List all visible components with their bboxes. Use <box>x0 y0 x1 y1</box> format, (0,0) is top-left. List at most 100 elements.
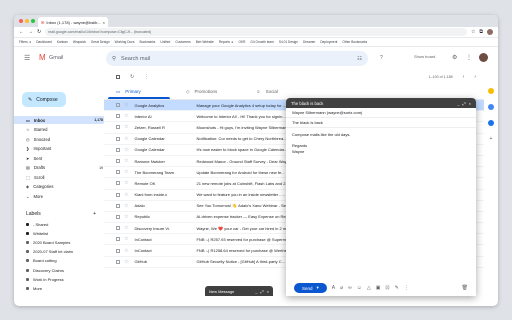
label-item[interactable]: - Shared <box>14 220 106 228</box>
next-page-icon[interactable]: › <box>474 74 476 80</box>
bookmark-item[interactable]: Deployment <box>320 40 337 44</box>
lock-icon[interactable]: ⊡ <box>385 285 389 291</box>
url-field[interactable]: mail.google.com/mail/u/1/#inbox?compose=… <box>45 28 467 36</box>
bookmark-item[interactable]: Filters ➜ <box>19 40 31 44</box>
star-icon[interactable]: ☆ <box>124 192 128 198</box>
search-options-icon[interactable]: ☷ <box>357 56 362 62</box>
bookmark-item[interactable]: Dreamer <box>303 40 315 44</box>
row-checkbox[interactable] <box>116 170 120 175</box>
label-item[interactable]: 2020 Board Samples <box>14 238 106 246</box>
bookmark-item[interactable]: Great Design <box>91 40 110 44</box>
tasks-icon[interactable] <box>488 104 494 110</box>
apps-grid-icon[interactable]: ⋮ <box>466 54 472 61</box>
minimize-window-icon[interactable] <box>25 19 29 23</box>
minimize-icon[interactable]: _ <box>255 289 257 294</box>
star-icon[interactable]: ☆ <box>124 259 128 265</box>
row-checkbox[interactable] <box>116 181 120 186</box>
label-item[interactable]: Work in Progress <box>14 275 106 283</box>
expand-compose-icon[interactable]: ⤢ <box>462 101 465 106</box>
star-icon[interactable]: ☆ <box>124 225 128 231</box>
signature-icon[interactable]: ✎ <box>395 285 399 291</box>
refresh-icon[interactable]: ↻ <box>130 74 134 80</box>
label-item[interactable]: Whitelist <box>14 229 106 237</box>
subject-field[interactable]: The black is back <box>286 118 476 128</box>
bookmark-item[interactable]: Wrapsick <box>73 40 86 44</box>
bookmark-item[interactable]: Bookmarks <box>139 40 155 44</box>
help-icon[interactable]: ? <box>380 55 383 61</box>
show-board-button[interactable]: Show board <box>414 54 435 59</box>
star-icon[interactable]: ☆ <box>124 136 128 142</box>
profile-avatar-icon[interactable] <box>487 29 493 35</box>
new-message-minimized[interactable]: New Message _ ⤢ × <box>205 286 273 296</box>
row-checkbox[interactable] <box>116 192 120 197</box>
sidebar-item-more[interactable]: ⌄ More <box>14 192 106 200</box>
search-bar[interactable]: ⚲ Search mail ☷ <box>106 51 368 66</box>
more-options-icon[interactable]: ⋮ <box>144 74 149 80</box>
search-icon[interactable]: ⚲ <box>112 56 116 62</box>
label-item[interactable]: Discovery Claims <box>14 266 106 274</box>
sidebar-item-categories[interactable]: ◈ Categories <box>14 183 106 191</box>
bookmark-item[interactable]: Customers <box>175 40 190 44</box>
drive-icon[interactable]: △ <box>367 285 371 291</box>
row-checkbox[interactable] <box>116 203 120 208</box>
send-button[interactable]: Send ▾ <box>294 283 327 293</box>
bookmark-item[interactable]: Working Docs <box>115 40 135 44</box>
close-compose-icon[interactable]: × <box>469 101 471 106</box>
back-icon[interactable]: ← <box>19 29 24 35</box>
sidebar-item-sent[interactable]: ➤ Sent <box>14 154 106 162</box>
compose-body[interactable]: Compose mails like the old days. Regards W… <box>286 128 476 158</box>
sidebar-item-inbox[interactable]: ▭ Inbox 1,178 <box>14 116 106 124</box>
star-icon[interactable]: ☆ <box>124 203 128 209</box>
extensions-icon[interactable]: ⧉ <box>479 29 483 35</box>
link-icon[interactable]: ∞ <box>348 285 352 291</box>
reload-icon[interactable]: ↻ <box>37 29 41 35</box>
star-icon[interactable]: ☆ <box>124 124 128 130</box>
star-icon[interactable]: ☆ <box>124 169 128 175</box>
row-checkbox[interactable] <box>116 259 120 264</box>
row-checkbox[interactable] <box>116 248 120 253</box>
star-bookmark-icon[interactable]: ☆ <box>471 29 475 35</box>
select-all-checkbox[interactable] <box>116 75 120 79</box>
sidebar-item-snoozed[interactable]: ◷ Snoozed <box>14 135 106 143</box>
row-checkbox[interactable] <box>116 214 120 219</box>
bookmark-item[interactable]: S4.01 Design <box>279 40 298 44</box>
more-compose-options-icon[interactable]: ⋮ <box>404 285 409 291</box>
sidebar-item-drafts[interactable]: ▤ Drafts 19 <box>14 164 106 172</box>
bookmark-item[interactable]: Reports ➜ <box>219 40 234 44</box>
row-checkbox[interactable] <box>116 226 120 231</box>
discard-draft-icon[interactable]: 🗑 <box>462 285 468 291</box>
contacts-icon[interactable] <box>488 120 494 126</box>
star-icon[interactable]: ☆ <box>124 248 128 254</box>
label-item[interactable]: More <box>14 284 106 292</box>
tab-primary[interactable]: ▭ Primary <box>104 84 174 99</box>
attach-icon[interactable]: ⌀ <box>340 285 343 291</box>
star-icon[interactable]: ☆ <box>124 147 128 153</box>
add-label-icon[interactable]: + <box>93 211 96 217</box>
prev-page-icon[interactable]: ‹ <box>463 74 465 80</box>
star-icon[interactable]: ☆ <box>124 236 128 242</box>
row-checkbox[interactable] <box>116 237 120 242</box>
bookmark-item[interactable]: Beh Website <box>196 40 214 44</box>
emoji-icon[interactable]: ☺ <box>357 285 362 291</box>
tab-social[interactable]: ☺ Social <box>244 84 314 99</box>
bookmark-item[interactable]: Dashboard <box>36 40 52 44</box>
star-icon[interactable]: ☆ <box>124 214 128 220</box>
minimize-compose-icon[interactable]: _ <box>457 101 459 106</box>
zoom-window-icon[interactable] <box>31 19 35 23</box>
photo-icon[interactable]: ▣ <box>376 285 381 291</box>
bookmark-item[interactable]: OKR <box>239 40 246 44</box>
search-input[interactable]: Search mail <box>121 56 352 62</box>
bookmark-item[interactable]: Kanban <box>57 40 68 44</box>
star-icon[interactable]: ☆ <box>124 158 128 164</box>
label-item[interactable]: 2020-07 Staff Int claim <box>14 248 106 256</box>
row-checkbox[interactable] <box>116 136 120 141</box>
sidebar-item-important[interactable]: ❯ Important <box>14 145 106 153</box>
row-checkbox[interactable] <box>116 114 120 119</box>
browser-tab[interactable]: ✉ Inbox (1,178) - wayne@bsilb... × <box>38 17 108 27</box>
keep-icon[interactable] <box>488 88 494 94</box>
bookmark-item[interactable]: Unified <box>160 40 170 44</box>
close-tab-icon[interactable]: × <box>103 20 105 25</box>
row-checkbox[interactable] <box>116 159 120 164</box>
tab-promotions[interactable]: ◇ Promotions <box>174 84 244 99</box>
compose-header[interactable]: The black is back _ ⤢ × <box>286 98 476 108</box>
